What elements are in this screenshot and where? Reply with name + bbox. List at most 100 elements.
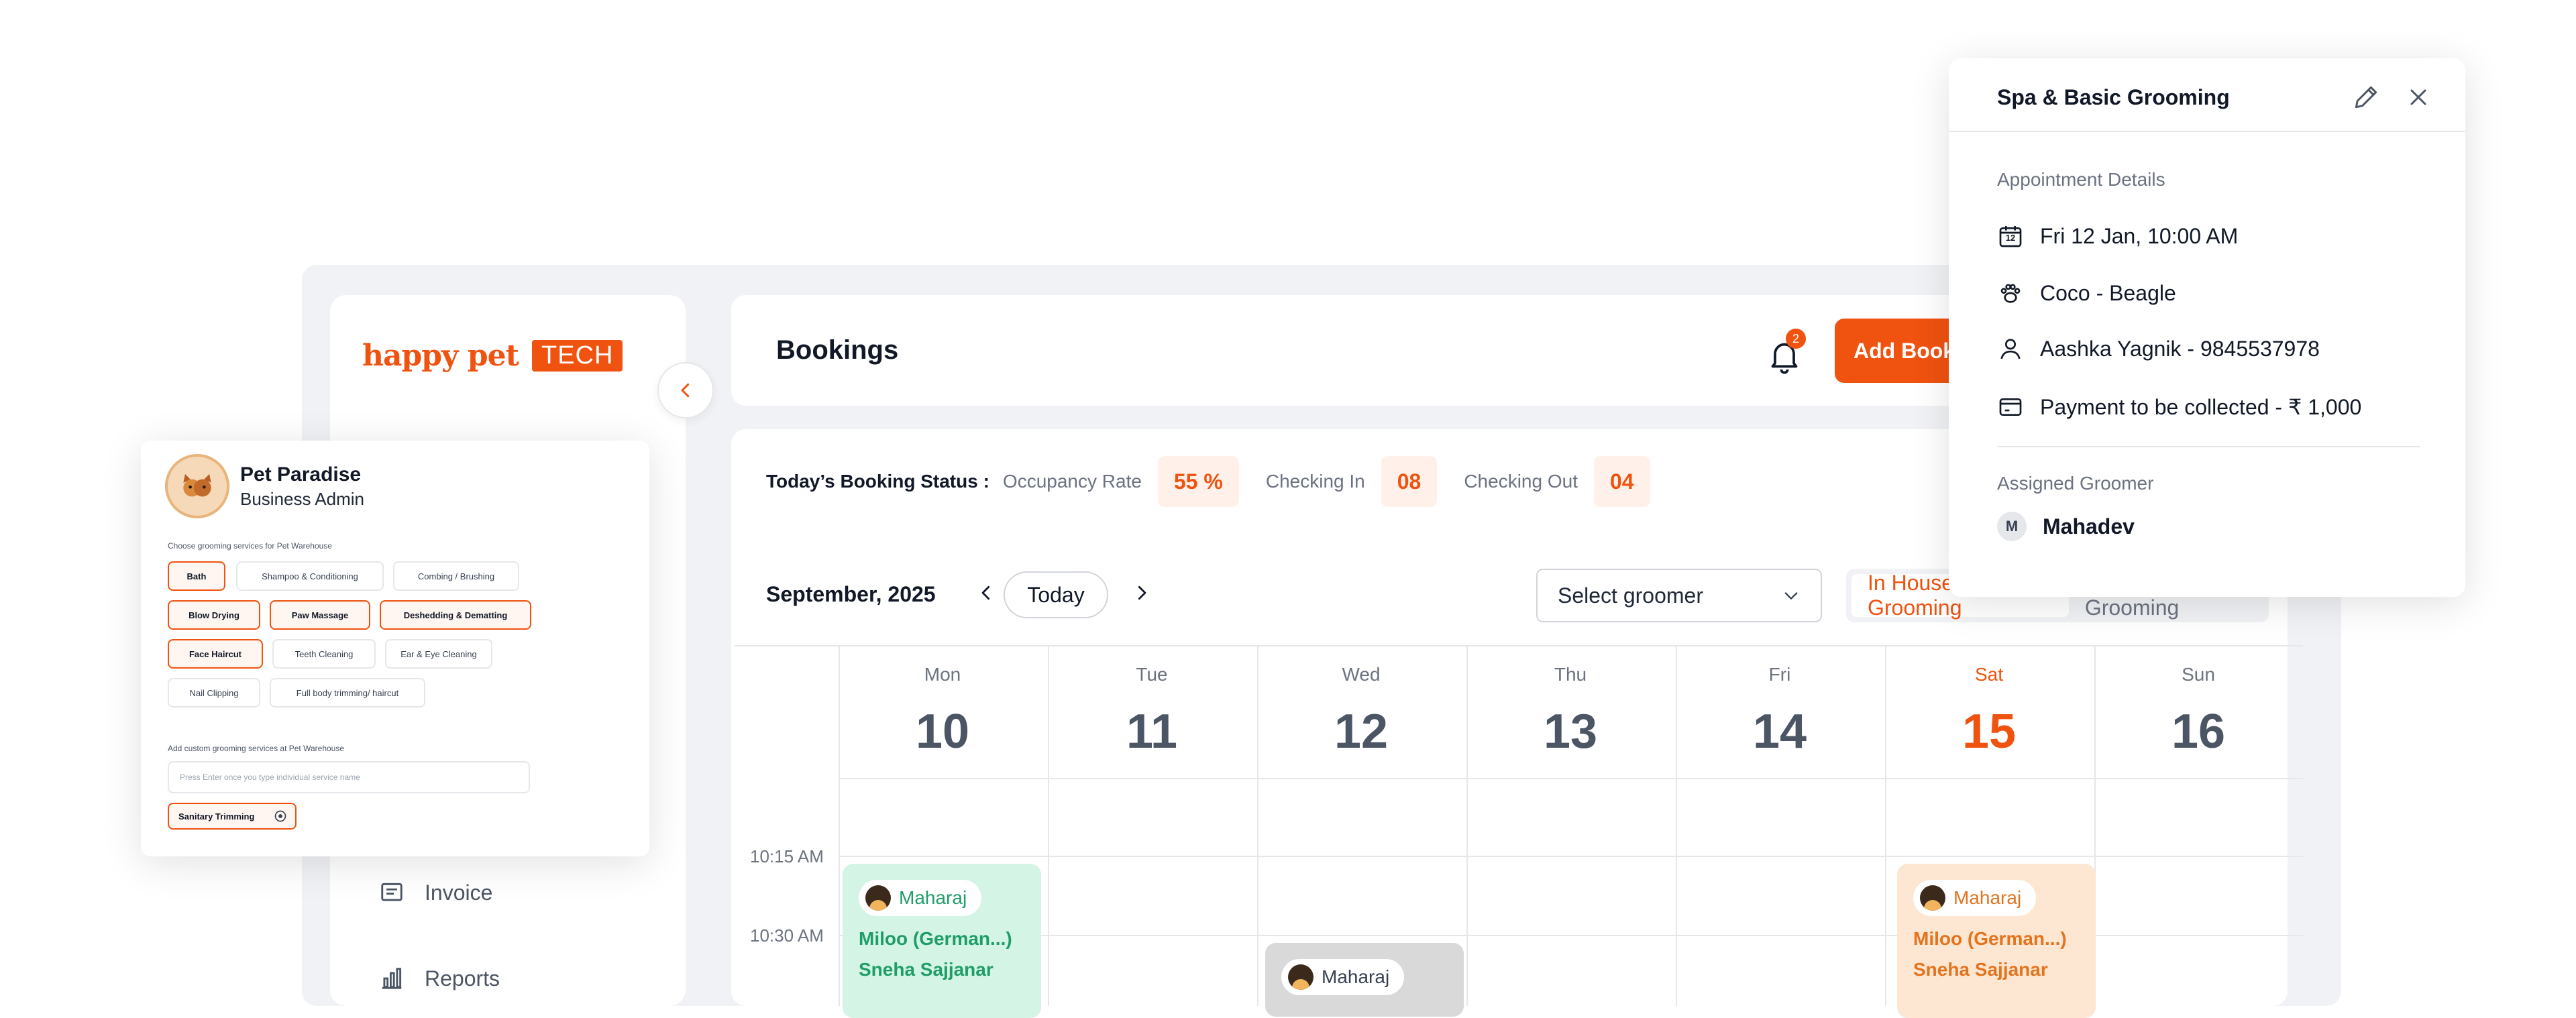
day-name: Sun <box>2182 664 2215 685</box>
chevron-right-icon <box>1138 585 1146 600</box>
paw-icon <box>2000 284 2021 303</box>
groomer-chip: Maharaj <box>1913 880 2037 916</box>
groomer-avatar <box>1288 964 1313 990</box>
business-role: Business Admin <box>240 489 364 509</box>
invoice-icon <box>381 883 402 901</box>
booking-event[interactable]: Maharaj Miloo (German...) Sneha Sajjanar <box>843 864 1041 1018</box>
brand-name: happy pet <box>362 339 519 373</box>
time-label: 10:30 AM <box>750 925 824 946</box>
day-name: Wed <box>1342 664 1381 685</box>
custom-services-label: Add custom grooming services at Pet Ware… <box>168 744 345 753</box>
day-name: Sat <box>1974 664 2004 685</box>
day-number[interactable]: 12 <box>1257 704 1465 759</box>
appointment-customer-row: Aashka Yagnik - 9845537978 <box>1997 335 2320 362</box>
day-column <box>1466 645 1674 1006</box>
groomer-select[interactable]: Select groomer <box>1536 569 1822 622</box>
appointment-title: Spa & Basic Grooming <box>1997 85 2230 109</box>
event-owner: Sneha Sajjanar <box>859 959 994 980</box>
service-tag[interactable]: Nail Clipping <box>168 678 260 708</box>
assigned-groomer-name: Mahadev <box>2043 514 2135 539</box>
groomer-name: Maharaj <box>899 887 967 908</box>
groomer-select-value: Select groomer <box>1558 583 1703 608</box>
day-number[interactable]: 11 <box>1048 704 1256 759</box>
day-name: Fri <box>1768 664 1791 685</box>
services-label: Choose grooming services for Pet Warehou… <box>168 541 333 551</box>
status-title: Today’s Booking Status : <box>766 471 989 492</box>
checkout-label: Checking Out <box>1464 471 1578 492</box>
chevron-down-icon <box>1784 592 1798 600</box>
chevron-left-icon <box>681 383 690 398</box>
appointment-payment-row: Payment to be collected - ₹ 1,000 <box>1997 394 2361 420</box>
business-avatar <box>165 454 229 518</box>
brand-tech-badge: TECH <box>532 340 623 372</box>
groomer-name: Maharaj <box>1322 966 1390 987</box>
groomer-avatar: M <box>1997 512 2027 541</box>
business-name: Pet Paradise <box>240 463 362 486</box>
sidebar-item-reports[interactable]: Reports <box>379 966 500 991</box>
wallet-icon <box>1999 398 2022 416</box>
appointment-date-row: 12 Fri 12 Jan, 10:00 AM <box>1997 223 2238 249</box>
day-number[interactable]: 15 <box>1885 704 2093 759</box>
assigned-groomer-row: M Mahadev <box>1997 512 2135 541</box>
appointment-pet-row: Coco - Beagle <box>1997 280 2176 306</box>
custom-service-input[interactable]: Press Enter once you type individual ser… <box>168 761 530 793</box>
brand-logo[interactable]: happy pet TECH <box>362 339 623 373</box>
checkout-value: 04 <box>1593 456 1650 507</box>
service-tag[interactable]: Blow Drying <box>168 600 260 630</box>
service-tag[interactable]: Deshedding & Dematting <box>380 600 531 630</box>
booking-event[interactable]: Maharaj Miloo (German...) Sneha Sajjanar <box>1897 864 2096 1018</box>
time-label: 10:15 AM <box>750 846 824 866</box>
checkin-label: Checking In <box>1265 471 1365 492</box>
edit-icon[interactable] <box>2351 82 2381 112</box>
appointment-pet: Coco - Beagle <box>2040 280 2176 305</box>
calendar-icon: 12 <box>1997 223 2024 249</box>
service-tag[interactable]: Paw Massage <box>270 600 370 630</box>
day-number[interactable]: 14 <box>1676 704 1884 759</box>
day-column <box>1048 645 1256 1006</box>
groomer-chip: Maharaj <box>1281 959 1405 995</box>
service-tag[interactable]: Ear & Eye Cleaning <box>385 639 492 669</box>
service-tag[interactable]: Teeth Cleaning <box>272 639 376 669</box>
groomer-chip: Maharaj <box>859 880 982 916</box>
day-name: Tue <box>1136 664 1168 685</box>
appointment-date: Fri 12 Jan, 10:00 AM <box>2040 223 2239 248</box>
remove-circle-icon[interactable] <box>274 809 287 823</box>
month-label: September, 2025 <box>766 582 936 606</box>
service-tag[interactable]: Face Haircut <box>168 639 263 669</box>
pet-logo-icon <box>183 473 211 497</box>
close-icon[interactable] <box>2405 84 2432 111</box>
day-column <box>1676 645 1884 1006</box>
prev-week-button[interactable] <box>971 578 1001 608</box>
add-booking-button[interactable]: Add Booking <box>1835 319 1962 383</box>
day-column <box>2094 645 2302 1006</box>
groomer-avatar <box>865 885 891 911</box>
day-number[interactable]: 16 <box>2094 704 2302 759</box>
appointment-details-card: Spa & Basic Grooming Appointment Details… <box>1949 58 2465 597</box>
today-button[interactable]: Today <box>1004 571 1108 618</box>
sidebar-item-invoice[interactable]: Invoice <box>379 880 492 905</box>
day-number[interactable]: 10 <box>839 704 1046 759</box>
hour-line <box>839 778 2303 779</box>
service-tag[interactable]: Shampoo & Conditioning <box>236 561 384 591</box>
service-tag[interactable]: Bath <box>168 561 225 591</box>
service-tag[interactable]: Combing / Brushing <box>393 561 519 591</box>
service-tag[interactable]: Full body trimming/ haircut <box>270 678 425 708</box>
notification-badge: 2 <box>1786 329 1806 349</box>
day-number[interactable]: 13 <box>1466 704 1674 759</box>
user-icon <box>2000 339 2021 359</box>
card-divider <box>1949 131 2465 132</box>
page-title: Bookings <box>776 335 899 365</box>
custom-tag-label: Sanitary Trimming <box>178 811 255 822</box>
groomer-name: Maharaj <box>1953 887 2022 908</box>
assigned-groomer-label: Assigned Groomer <box>1997 473 2154 494</box>
sidebar-item-label: Reports <box>425 966 500 991</box>
occupancy-label: Occupancy Rate <box>1002 471 1142 492</box>
grooming-services-card: Pet Paradise Business Admin Choose groom… <box>141 441 649 856</box>
custom-service-tag[interactable]: Sanitary Trimming <box>168 803 297 830</box>
event-pet: Miloo (German...) <box>1913 928 2067 949</box>
collapse-sidebar-button[interactable] <box>657 362 714 418</box>
next-week-button[interactable] <box>1127 578 1157 608</box>
sidebar-item-label: Invoice <box>425 880 493 905</box>
event-owner: Sneha Sajjanar <box>1913 959 2048 980</box>
card-separator <box>1997 446 2420 447</box>
